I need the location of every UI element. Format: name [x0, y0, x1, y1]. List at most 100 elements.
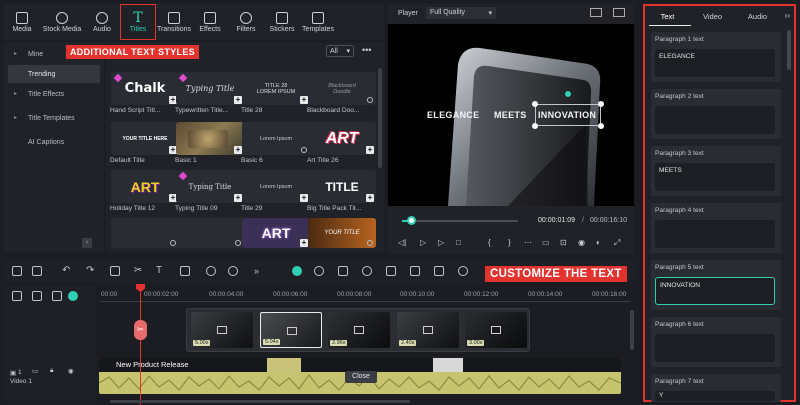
redo-icon[interactable]: ↷	[86, 266, 96, 276]
display-icon[interactable]: ▭	[542, 238, 550, 247]
color-icon[interactable]	[228, 266, 238, 276]
panel-scrollbar[interactable]	[787, 30, 791, 70]
tool-stickers[interactable]: Stickers	[264, 4, 300, 40]
paragraph-4-input[interactable]	[655, 220, 775, 248]
add-icon[interactable]: +	[234, 146, 242, 154]
title-thumb-1[interactable]: Chalk +	[111, 72, 179, 105]
download-icon[interactable]	[367, 97, 373, 103]
collapse-panel-icon[interactable]: ››	[785, 11, 790, 20]
paragraph-5-input[interactable]: INNOVATION	[655, 277, 775, 305]
play-icon[interactable]: ▷	[420, 238, 426, 247]
filter-dropdown[interactable]: All ▾	[326, 45, 354, 57]
paragraph-1-input[interactable]: ELEGANCE	[655, 49, 775, 77]
layout-icon[interactable]	[12, 266, 22, 276]
timeline-vertical-scrollbar[interactable]	[630, 310, 634, 350]
title-thumb-3[interactable]: TITLE 28 LOREM IPSUM +	[242, 72, 310, 105]
auto-highlight-icon[interactable]	[292, 266, 302, 276]
title-thumb-13[interactable]	[111, 218, 179, 248]
paragraph-6-input[interactable]	[655, 334, 775, 362]
tool-titles[interactable]: T Titles	[120, 4, 156, 40]
add-icon[interactable]: +	[234, 194, 242, 202]
delete-icon[interactable]	[110, 266, 120, 276]
expand-icon[interactable]: ⤢	[614, 238, 620, 248]
add-track-icon[interactable]	[12, 291, 22, 301]
cut-icon[interactable]: ✂	[134, 266, 144, 276]
tool-media[interactable]: Media	[4, 4, 40, 40]
stop-icon[interactable]: □	[456, 238, 461, 247]
folder-icon[interactable]: ▭	[32, 367, 38, 375]
add-icon[interactable]: +	[300, 96, 308, 104]
resize-handle[interactable]	[598, 123, 604, 129]
marker-icon[interactable]	[338, 266, 348, 276]
resize-handle[interactable]	[532, 123, 538, 129]
tab-audio[interactable]: Audio	[735, 6, 780, 26]
download-icon[interactable]	[367, 240, 373, 246]
title-thumb-8[interactable]: ART +	[308, 122, 376, 155]
previous-frame-icon[interactable]: ◁|	[398, 238, 406, 247]
add-icon[interactable]: +	[234, 96, 242, 104]
split-marker-icon[interactable]: ✂	[134, 320, 147, 340]
title-thumb-12[interactable]: TITLE +	[308, 170, 376, 203]
title-thumb-4[interactable]: Blackboard Doodle	[308, 72, 376, 105]
crop-icon[interactable]	[180, 266, 190, 276]
tool-stock-media[interactable]: Stock Media	[40, 4, 84, 40]
sidebar-item-title-effects[interactable]: ▸ Title Effects	[4, 85, 104, 103]
tool-audio[interactable]: Audio	[84, 4, 120, 40]
paragraph-3-input[interactable]: MEETS	[655, 163, 775, 191]
title-thumb-5[interactable]: YOUR TITLE HERE +	[111, 122, 179, 155]
more-tools-icon[interactable]: »	[254, 266, 264, 276]
snap-icon[interactable]	[434, 266, 444, 276]
tool-templates[interactable]: Templates	[300, 4, 336, 40]
text-tool-icon[interactable]: T	[156, 266, 166, 276]
shield-icon[interactable]	[314, 266, 324, 276]
title-thumb-10[interactable]: Typing Title +	[176, 170, 244, 203]
link-icon[interactable]	[32, 291, 42, 301]
scrubber-knob[interactable]	[407, 216, 416, 225]
add-icon[interactable]: +	[300, 194, 308, 202]
play-icon-alt[interactable]: ▷	[438, 238, 444, 247]
library-scrollbar[interactable]	[378, 68, 382, 168]
resize-handle[interactable]	[598, 101, 604, 107]
timeline-clip-2[interactable]: 5.04s	[260, 312, 322, 348]
mark-in-icon[interactable]: {	[488, 238, 491, 247]
tab-text[interactable]: Text	[645, 6, 690, 26]
undo-icon[interactable]: ↶	[62, 266, 72, 276]
tab-video[interactable]: Video	[690, 6, 735, 26]
tool-filters[interactable]: Filters	[228, 4, 264, 40]
more-options-icon[interactable]: •••	[362, 45, 371, 55]
sidebar-item-trending[interactable]: Trending	[8, 65, 100, 83]
timeline-clip-5[interactable]: 3.00s	[465, 312, 527, 348]
title-thumb-6[interactable]: +	[176, 122, 244, 155]
snapshot-grid-icon[interactable]	[590, 8, 602, 17]
title-thumb-7[interactable]: Lorem Ipsum	[242, 122, 310, 155]
resize-handle[interactable]	[532, 101, 538, 107]
sidebar-item-title-templates[interactable]: ▸ Title Templates	[4, 109, 104, 127]
mic-icon[interactable]	[386, 266, 396, 276]
volume-icon[interactable]: ◐	[596, 238, 601, 247]
title-thumb-9[interactable]: ART +	[111, 170, 179, 203]
title-thumb-14[interactable]	[176, 218, 244, 248]
zoom-out-icon[interactable]	[458, 266, 468, 276]
timeline-clip-3[interactable]: 2.96s	[328, 312, 390, 348]
paragraph-7-input[interactable]: Y	[655, 391, 775, 401]
download-icon[interactable]	[301, 147, 307, 153]
mark-out-icon[interactable]: }	[508, 238, 511, 247]
playback-scrubber[interactable]	[402, 220, 518, 222]
rotate-handle[interactable]	[565, 91, 571, 97]
quality-dropdown[interactable]: Full Quality ▾	[426, 7, 496, 19]
timeline-clip-4[interactable]: 2.40s	[397, 312, 459, 348]
eye-icon[interactable]: ◉	[68, 367, 74, 375]
title-thumb-2[interactable]: Typing Title +	[176, 72, 244, 105]
lock-icon[interactable]: 🔒︎	[50, 367, 53, 375]
tool-effects[interactable]: Effects	[192, 4, 228, 40]
link-clips-icon[interactable]	[68, 291, 78, 301]
tool-transitions[interactable]: Transitions	[156, 4, 192, 40]
camera-icon[interactable]: ◉	[578, 238, 585, 247]
select-icon[interactable]	[32, 266, 42, 276]
add-icon[interactable]: +	[300, 239, 308, 247]
title-thumb-15[interactable]: ART +	[242, 218, 310, 248]
title-thumb-16[interactable]: YOUR TITLE	[308, 218, 376, 248]
timeline-horizontal-scrollbar[interactable]	[110, 400, 410, 403]
timeline-clip-1[interactable]: 5.00s	[191, 312, 253, 348]
safe-zone-icon[interactable]: ⊡	[560, 238, 567, 247]
